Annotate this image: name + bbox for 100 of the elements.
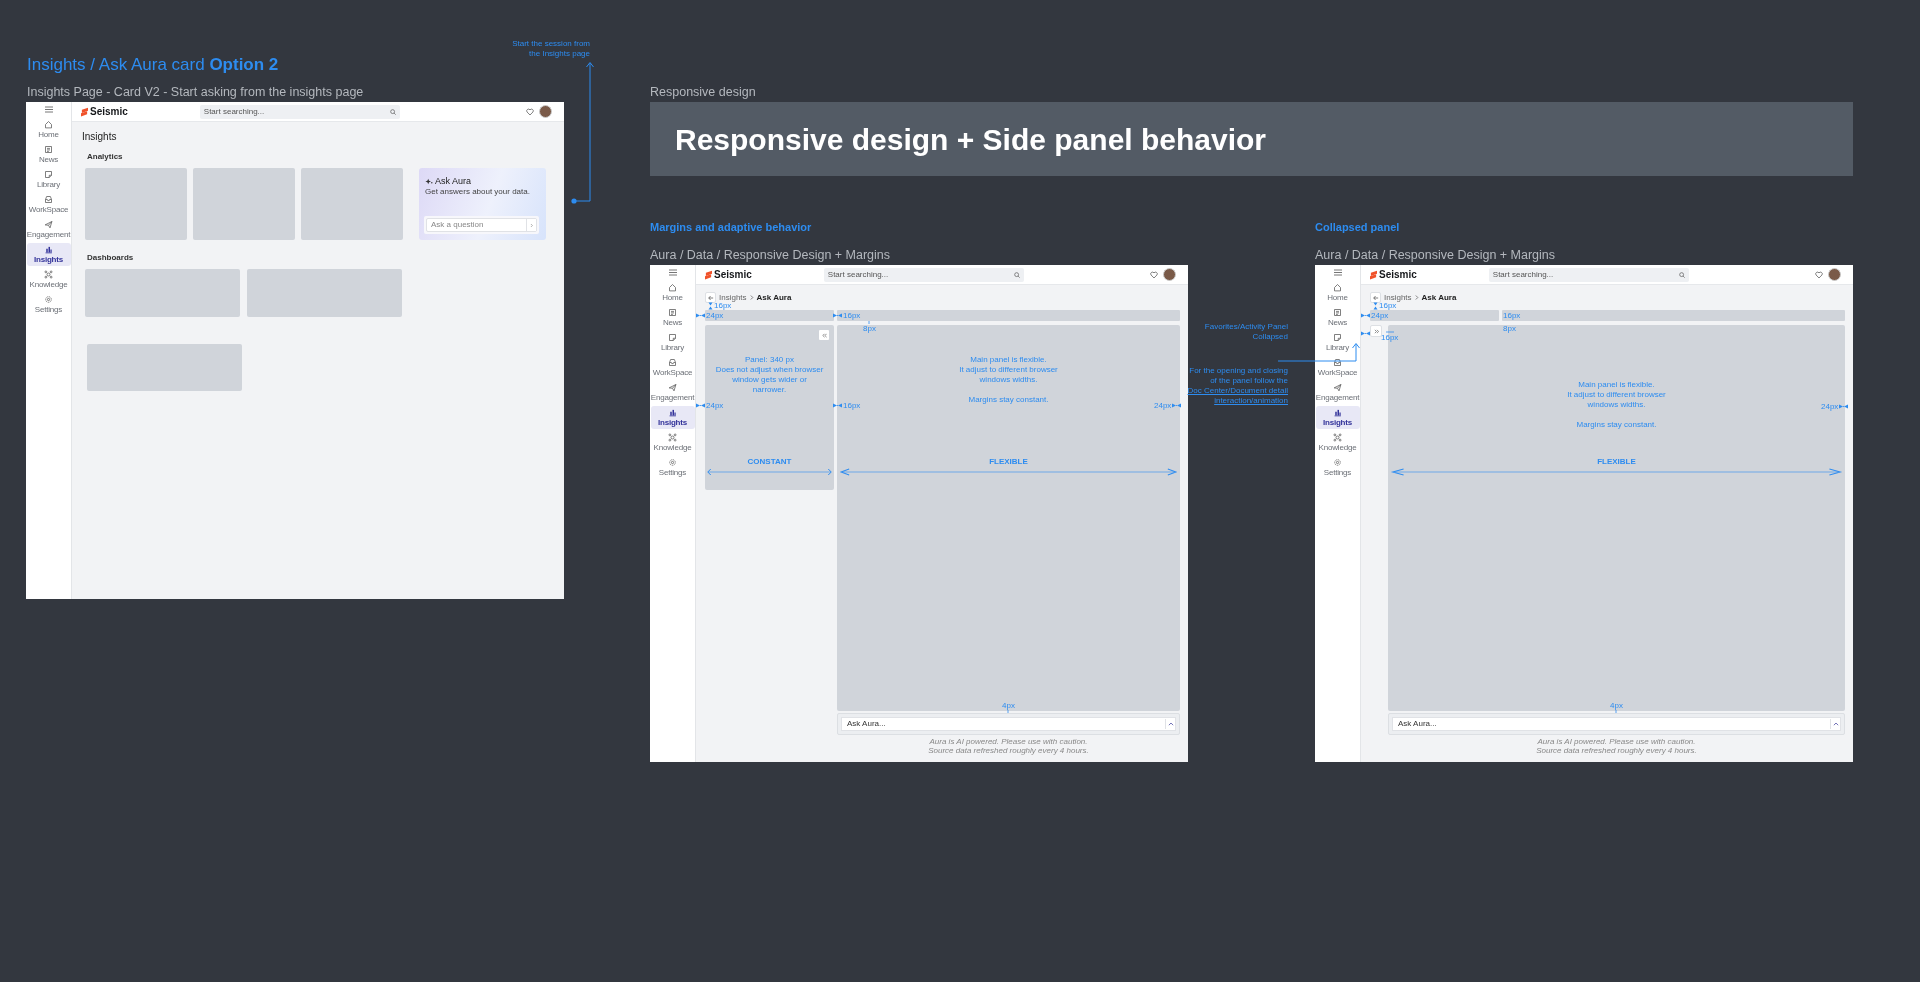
frame-label: Aura / Data / Responsive Design + Margins: [1315, 248, 1556, 263]
nav-item[interactable]: Settings: [1315, 456, 1360, 479]
nav-item[interactable]: Knowledge: [26, 268, 71, 291]
tick-mark: [1385, 331, 1394, 333]
nav-item[interactable]: News: [1315, 306, 1360, 329]
card-subtitle: Get answers about your data.: [425, 187, 531, 197]
logo-text: Seismic: [1379, 268, 1417, 282]
newspaper-icon: [668, 308, 677, 317]
avatar[interactable]: [539, 105, 552, 118]
bar-chart-icon: [44, 245, 53, 254]
section-heading: Margins and adaptive behavior: [650, 221, 812, 234]
heart-icon[interactable]: [1815, 270, 1823, 279]
nav-item[interactable]: Knowledge: [650, 431, 695, 454]
home-icon: [44, 120, 53, 129]
heart-icon[interactable]: [526, 107, 534, 116]
logo-text: Seismic: [90, 105, 128, 119]
menu-icon[interactable]: [44, 106, 53, 113]
back-button[interactable]: [1370, 292, 1381, 303]
measurement-label: 24px: [706, 311, 724, 320]
chevron-up-icon: [1832, 722, 1839, 726]
chevron-right-icon: [749, 295, 754, 300]
nav-item[interactable]: Home: [1315, 281, 1360, 304]
arrow-left-icon: [1372, 294, 1379, 301]
tick-mark: [1007, 710, 1010, 713]
gear-icon: [668, 458, 677, 467]
measurement-label: 8px: [1503, 324, 1516, 333]
nav-item[interactable]: Insights: [26, 243, 71, 266]
doc-link[interactable]: Doc Center/Document detail interaction/animation: [1176, 386, 1288, 406]
banner-title: Responsive design + Side panel behavior: [675, 121, 1267, 158]
question-field[interactable]: Ask a question: [426, 218, 537, 232]
nav-item[interactable]: Home: [650, 281, 695, 304]
frame-label: Aura / Data / Responsive Design + Margins: [650, 248, 891, 263]
nav-item[interactable]: Settings: [650, 456, 695, 479]
paper-plane-icon: [668, 383, 677, 392]
nav-item[interactable]: WorkSpace: [650, 356, 695, 379]
annotation-text: For the opening and closing of the panel follow the Doc Center/Document detail interaction/animation: [1176, 366, 1288, 406]
nav-item[interactable]: Home: [26, 118, 71, 141]
breadcrumb-link[interactable]: Insights: [1384, 293, 1412, 302]
search-field[interactable]: Start searching...: [199, 104, 400, 119]
spacing-marker-icon: [708, 301, 713, 310]
search-icon: [1678, 271, 1685, 278]
back-button[interactable]: [705, 292, 716, 303]
logo-text: Seismic: [714, 268, 752, 282]
section-label: Analytics: [87, 152, 124, 161]
expand-button[interactable]: [1370, 325, 1382, 337]
nav-item[interactable]: WorkSpace: [26, 193, 71, 216]
nav-item[interactable]: Knowledge: [1315, 431, 1360, 454]
breadcrumb-current: Ask Aura: [756, 293, 792, 302]
measurement-label: 24px: [1821, 402, 1839, 411]
inbox-icon: [44, 195, 53, 204]
measurement-label: 8px: [863, 324, 876, 333]
frame-label: Insights Page - Card V2 - Start asking from the insights page: [27, 85, 364, 100]
ask-field[interactable]: Ask Aura...: [1392, 717, 1841, 731]
spacing-marker-icon: [833, 403, 842, 408]
section-heading: Collapsed panel: [1315, 221, 1400, 234]
note-icon: [44, 170, 53, 179]
measurement-label: 16px: [714, 301, 732, 310]
network-icon: [44, 270, 53, 279]
nav-item[interactable]: Library: [650, 331, 695, 354]
search-field[interactable]: Start searching...: [823, 267, 1024, 282]
spacing-marker-icon: [1172, 403, 1182, 408]
ask-field[interactable]: Ask Aura...: [841, 717, 1176, 731]
home-icon: [1333, 283, 1342, 292]
nav-item[interactable]: Library: [26, 168, 71, 191]
nav-item[interactable]: Settings: [26, 293, 71, 316]
newspaper-icon: [1333, 308, 1342, 317]
measurement-label: 4px: [1002, 701, 1015, 710]
search-field[interactable]: Start searching...: [1488, 267, 1689, 282]
nav-item[interactable]: WorkSpace: [1315, 356, 1360, 379]
breadcrumb-link[interactable]: Insights: [719, 293, 747, 302]
menu-icon[interactable]: [668, 269, 677, 276]
heart-icon[interactable]: [1150, 270, 1158, 279]
network-icon: [1333, 433, 1342, 442]
nav-item[interactable]: Insights: [650, 406, 695, 429]
paper-plane-icon: [1333, 383, 1342, 392]
note-icon: [668, 333, 677, 342]
sparkle-icon: [425, 178, 433, 185]
measurement-label: 16px: [1503, 311, 1521, 320]
logo-icon: [1370, 269, 1377, 280]
nav-item[interactable]: News: [26, 143, 71, 166]
tick-mark: [1615, 710, 1618, 713]
nav-item[interactable]: News: [650, 306, 695, 329]
nav-item[interactable]: Insights: [1315, 406, 1360, 429]
nav-item[interactable]: Library: [1315, 331, 1360, 354]
spacing-marker-icon: [833, 313, 842, 318]
annotation-text: Start the session from the Insights page: [512, 39, 590, 59]
search-icon: [389, 108, 396, 115]
measurement-label: 24px: [1371, 311, 1389, 320]
width-label: CONSTANT: [747, 457, 792, 466]
avatar[interactable]: [1163, 268, 1176, 281]
menu-icon[interactable]: [1333, 269, 1342, 276]
measurement-label: 16px: [1379, 301, 1397, 310]
expand-up-button[interactable]: [1165, 719, 1175, 729]
expand-up-button[interactable]: [1830, 719, 1840, 729]
avatar[interactable]: [1828, 268, 1841, 281]
nav-item[interactable]: Engagement: [650, 381, 695, 404]
measurement-label: 4px: [1610, 701, 1623, 710]
spacing-marker-icon: [1361, 313, 1370, 318]
nav-item[interactable]: Engagement: [1315, 381, 1360, 404]
nav-item[interactable]: Engagement: [26, 218, 71, 241]
